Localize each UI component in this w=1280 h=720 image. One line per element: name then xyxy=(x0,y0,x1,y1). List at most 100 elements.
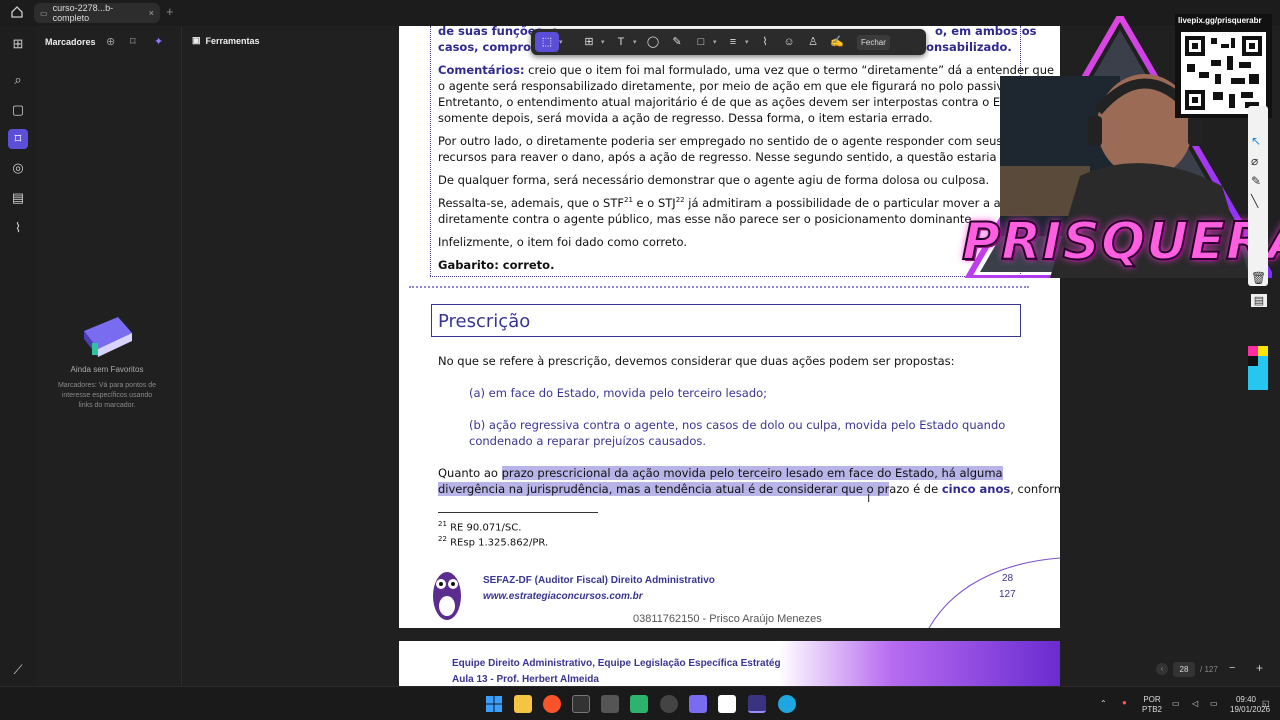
bookmark-icon[interactable]: ⌑ xyxy=(8,129,28,149)
paragraph-line: diretamente contra o agente público, mas… xyxy=(438,212,976,226)
list-item: condenado a reparar prejuízos causados. xyxy=(469,434,707,448)
comments-icon[interactable]: ◎ xyxy=(10,160,26,176)
pin-icon[interactable]: ✦ xyxy=(154,35,163,48)
text-cursor-icon: I xyxy=(867,492,871,505)
signature-tool-icon[interactable]: ✍ xyxy=(825,32,849,52)
language-indicator[interactable]: POR PTB2 xyxy=(1140,695,1164,715)
stack-icon[interactable]: ▤ xyxy=(10,190,26,206)
app-icon[interactable] xyxy=(630,695,648,713)
comment-line: somente depois, será movida a ação de re… xyxy=(438,111,933,125)
qr-url-label: livepix.gg/prisquerabr xyxy=(1178,16,1262,25)
chevron-down-icon[interactable]: ▾ xyxy=(713,38,721,46)
qr-code-icon xyxy=(1181,32,1266,114)
zoom-in-button[interactable]: + xyxy=(1256,661,1263,675)
document-tab[interactable]: ▭ curso-2278...b-completo × xyxy=(34,3,160,23)
terminal-icon[interactable] xyxy=(572,695,590,713)
apps-grid-icon[interactable]: ⊞ xyxy=(10,36,26,52)
selected-text-line[interactable]: divergência na jurisprudência, mas a ten… xyxy=(438,482,1060,496)
comment-line: Entretanto, o entendimento atual majorit… xyxy=(438,95,1047,109)
file-explorer-icon[interactable] xyxy=(514,695,532,713)
list-item: (a) em face do Estado, movida pelo terce… xyxy=(469,386,768,400)
sticker-tool-icon[interactable]: ☺ xyxy=(777,32,801,52)
search-icon[interactable]: ⌕ xyxy=(10,72,26,88)
chevron-down-icon[interactable]: ▾ xyxy=(745,38,753,46)
edge-browser-icon[interactable] xyxy=(778,695,796,713)
close-toolbar-button[interactable]: Fechar xyxy=(857,34,890,50)
microphone-icon[interactable]: ● xyxy=(1122,698,1127,708)
comment-tool-icon[interactable]: ◯ xyxy=(641,32,665,52)
qr-code xyxy=(1175,14,1272,118)
zoom-out-button[interactable]: − xyxy=(1229,662,1235,674)
prev-page-icon[interactable]: ‹ xyxy=(1156,663,1168,675)
color-swatch-black[interactable] xyxy=(1248,356,1258,366)
windows-start-icon[interactable] xyxy=(485,695,503,713)
text-tool-icon[interactable]: T xyxy=(609,32,633,52)
page-number-input[interactable]: 28 xyxy=(1173,662,1195,677)
app-icon[interactable] xyxy=(601,695,619,713)
battery-icon[interactable]: ▭ xyxy=(1210,699,1218,709)
pointer-icon[interactable]: ↖ xyxy=(1251,134,1261,148)
paragraph-line: Infelizmente, o item foi dado como corre… xyxy=(438,235,687,249)
shape-tool-icon[interactable]: □ xyxy=(689,32,713,52)
new-tab-button[interactable]: + xyxy=(166,4,174,19)
pen-icon[interactable]: ✎ xyxy=(1251,174,1261,188)
paragraph-line: No que se refere à prescrição, devemos c… xyxy=(438,354,955,368)
add-bookmark-icon[interactable]: ⊕ xyxy=(106,35,115,48)
line-icon[interactable]: ╲ xyxy=(1251,194,1258,208)
pdf-reader-taskbar-icon[interactable] xyxy=(748,695,766,713)
footnote: 21 RE 90.071/SC. xyxy=(438,520,522,534)
empty-state-description: Marcadores: Vá para pontos de interesse … xyxy=(57,382,157,409)
tools-header[interactable]: ▣ Ferramentas xyxy=(192,35,260,46)
section-separator xyxy=(409,286,1029,288)
line-tool-icon[interactable]: ≡ xyxy=(721,32,745,52)
attach-tool-icon[interactable]: ⌇ xyxy=(753,32,777,52)
section-title: Prescrição xyxy=(438,311,531,332)
selected-text-line[interactable]: Quanto ao prazo prescricional da ação mo… xyxy=(438,466,1003,480)
bookmarks-title: Marcadores xyxy=(45,37,96,47)
obs-icon[interactable] xyxy=(660,695,678,713)
footnote-rule xyxy=(438,512,598,513)
area-select-icon[interactable]: ⊞ xyxy=(577,32,601,52)
section-header-box: Prescrição xyxy=(431,304,1021,337)
clock[interactable]: 09:40 19/01/2026 xyxy=(1230,695,1270,715)
color-swatch-magenta[interactable] xyxy=(1248,346,1258,356)
box-bottom-border xyxy=(430,276,1021,277)
answer-key: Gabarito: correto. xyxy=(438,258,555,272)
pages-icon[interactable]: ▢ xyxy=(10,102,26,118)
highlight-tool-icon[interactable]: ✎ xyxy=(665,32,689,52)
screen-draw-toolbar: ↖ ⌀ ✎ ╲ 🗑 ▤ xyxy=(1245,106,1271,392)
next-page-header: Equipe Direito Administrativo, Equipe Le… xyxy=(452,658,781,669)
app-icon[interactable] xyxy=(718,695,736,713)
list-item: (b) ação regressiva contra o agente, nos… xyxy=(469,418,1006,432)
volume-icon[interactable]: ◁ xyxy=(1192,699,1198,709)
tools-label: Ferramentas xyxy=(205,35,260,46)
attachment-icon[interactable]: ⌇ xyxy=(10,220,26,236)
chevron-down-icon[interactable]: ▾ xyxy=(633,38,641,46)
clipboard-icon[interactable]: ▤ xyxy=(1251,294,1267,307)
left-rail: ⊞ ⌕ ▢ ⌑ ◎ ▤ ⌇ ⟋ xyxy=(0,26,36,686)
paragraph-line: Ressalta-se, ademais, que o STF21 e o ST… xyxy=(438,196,1001,210)
home-icon[interactable] xyxy=(10,5,24,19)
select-tool-icon[interactable]: ⬚ xyxy=(535,32,559,52)
footer-site[interactable]: www.estrategiaconcursos.com.br xyxy=(483,591,643,602)
chevron-down-icon[interactable]: ▾ xyxy=(601,38,609,46)
notifications-icon[interactable]: ◱ xyxy=(1262,699,1270,709)
next-page-subheader: Aula 13 - Prof. Herbert Almeida xyxy=(452,674,599,685)
stamp-tool-icon[interactable]: ♙ xyxy=(801,32,825,52)
eraser-icon[interactable]: ⌀ xyxy=(1251,154,1258,168)
pdf-page-next: Equipe Direito Administrativo, Equipe Le… xyxy=(399,641,1060,687)
tray-chevron-icon[interactable]: ⌃ xyxy=(1100,699,1107,709)
tab-close-icon[interactable]: × xyxy=(149,8,154,18)
footnote: 22 REsp 1.325.862/PR. xyxy=(438,535,549,549)
sidebar-toggle-icon[interactable]: ⟋ xyxy=(10,662,26,678)
app-icon[interactable] xyxy=(689,695,707,713)
bookmark-outline-icon[interactable]: ⌑ xyxy=(130,35,136,48)
network-icon[interactable]: ▭ xyxy=(1172,699,1180,709)
tools-icon: ▣ xyxy=(192,35,201,45)
color-swatch-yellow[interactable] xyxy=(1258,346,1268,356)
annotation-toolbar: ⬚ ▾ ⊞ ▾ T ▾ ◯ ✎ □ ▾ ≡ ▾ ⌇ ☺ ♙ ✍ Fechar xyxy=(531,29,926,55)
brave-browser-icon[interactable] xyxy=(543,695,561,713)
streamer-brand: PRISQUERA xyxy=(961,211,1280,273)
trash-icon[interactable]: 🗑 xyxy=(1251,271,1266,285)
chevron-down-icon[interactable]: ▾ xyxy=(559,38,567,46)
